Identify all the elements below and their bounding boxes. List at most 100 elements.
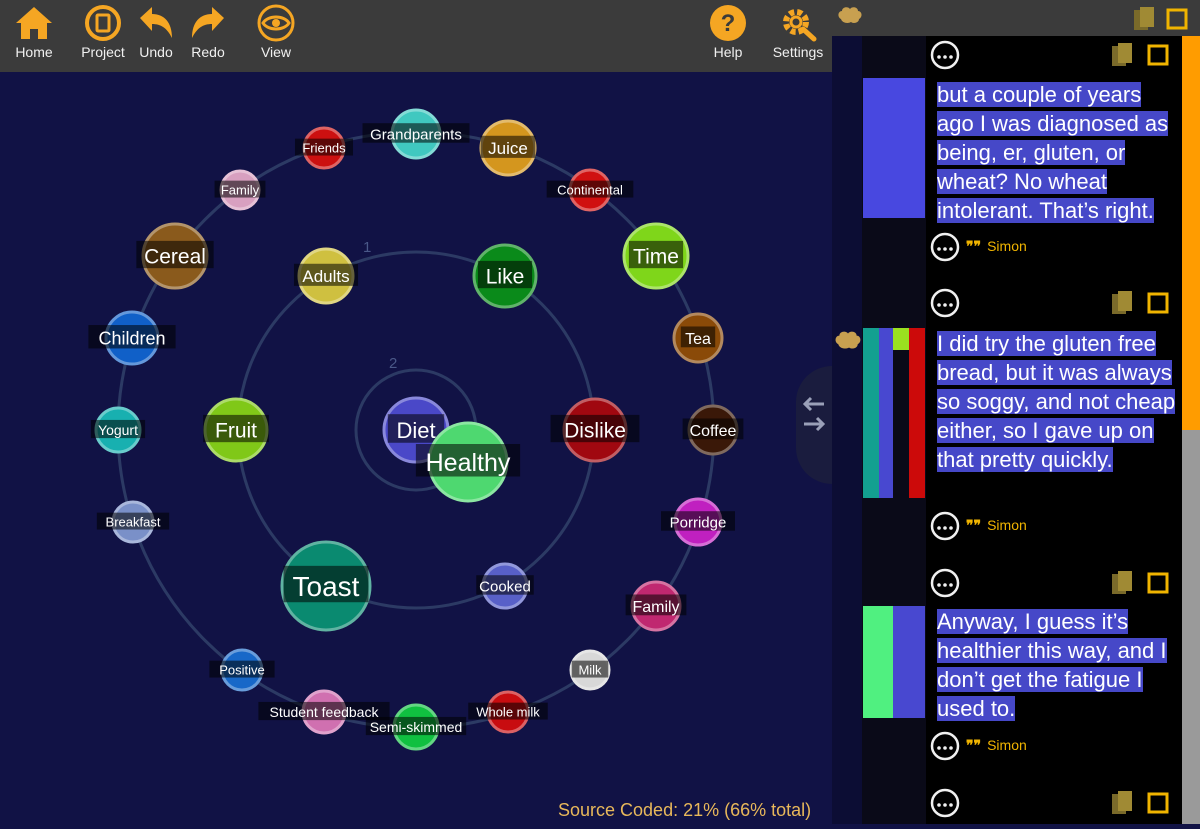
- select-checkbox-icon[interactable]: [1147, 792, 1169, 814]
- brain-icon[interactable]: [837, 5, 863, 27]
- code-node-label: Family: [221, 183, 260, 198]
- comment-icon[interactable]: [930, 568, 960, 598]
- undo-button[interactable]: Undo: [134, 0, 178, 72]
- code-node-label: Like: [486, 266, 525, 289]
- code-node[interactable]: Milk: [569, 649, 611, 691]
- comment-icon[interactable]: [930, 788, 960, 818]
- undo-label: Undo: [139, 44, 173, 60]
- project-icon: [85, 5, 121, 41]
- code-node-label: Whole milk: [476, 705, 540, 720]
- code-node-label: Porridge: [670, 514, 727, 531]
- transcript-panel-header: [832, 0, 1200, 36]
- code-node[interactable]: Coffee: [682, 404, 744, 456]
- select-checkbox-icon[interactable]: [1147, 44, 1169, 66]
- settings-button[interactable]: Settings: [768, 0, 828, 72]
- swap-arrows-icon: [802, 396, 826, 432]
- settings-label: Settings: [772, 44, 824, 60]
- code-node-label: Breakfast: [106, 515, 161, 530]
- code-diagram-canvas[interactable]: 1 2 Grandparents Juice Friends Continental F…: [0, 72, 832, 824]
- passage-attribution: ❞❞ Simon: [966, 238, 1027, 255]
- select-checkbox-icon[interactable]: [1147, 292, 1169, 314]
- code-node[interactable]: Continental: [546, 168, 634, 212]
- passage-text: I did try the gluten free bread, but it …: [937, 331, 1176, 472]
- select-checkbox-icon[interactable]: [1166, 8, 1188, 30]
- transcript-passage[interactable]: but a couple of years ago I was diagnose…: [937, 80, 1177, 225]
- comment-icon[interactable]: [930, 232, 960, 262]
- copy-icon[interactable]: [1132, 6, 1160, 32]
- copy-icon[interactable]: [1110, 290, 1138, 316]
- comment-icon[interactable]: [930, 40, 960, 70]
- speaker-name[interactable]: Simon: [987, 517, 1027, 533]
- redo-icon: [192, 7, 224, 38]
- coding-stripe[interactable]: [863, 606, 893, 718]
- code-node[interactable]: Dislike: [550, 397, 640, 463]
- code-node[interactable]: Whole milk: [468, 690, 548, 734]
- coding-stripe[interactable]: [893, 606, 925, 718]
- select-checkbox-icon[interactable]: [1147, 572, 1169, 594]
- code-node[interactable]: Children: [88, 310, 176, 366]
- copy-icon[interactable]: [1110, 42, 1138, 68]
- code-node-label: Dislike: [564, 420, 626, 443]
- code-node-label: Cooked: [479, 578, 531, 595]
- redo-button[interactable]: Redo: [186, 0, 230, 72]
- coding-stripe[interactable]: [893, 328, 909, 350]
- panel-toggle-handle[interactable]: [796, 366, 832, 484]
- project-label: Project: [81, 44, 125, 60]
- code-node-label: Toast: [293, 571, 360, 602]
- code-node[interactable]: Cereal: [136, 222, 214, 290]
- help-button[interactable]: ? Help: [706, 0, 750, 72]
- code-node[interactable]: Adults: [293, 247, 359, 305]
- code-node-label: Healthy: [426, 449, 511, 477]
- code-node[interactable]: Juice: [479, 119, 537, 177]
- code-node[interactable]: Like: [472, 243, 538, 309]
- copy-icon[interactable]: [1110, 790, 1138, 816]
- settings-gear-icon: [783, 9, 817, 42]
- transcript-passage[interactable]: Anyway, I guess it’s healthier this way,…: [937, 607, 1177, 723]
- code-node-label: Coffee: [690, 423, 737, 440]
- project-button[interactable]: Project: [78, 0, 128, 72]
- code-node[interactable]: Yogurt: [90, 406, 146, 454]
- coding-stripe-gutter: [832, 36, 862, 824]
- code-node[interactable]: Time: [622, 222, 690, 290]
- coding-stripe[interactable]: [863, 78, 925, 218]
- code-node-label: Diet: [396, 418, 435, 443]
- code-node[interactable]: Tea: [672, 312, 724, 364]
- home-button[interactable]: Home: [10, 0, 58, 72]
- code-node[interactable]: Friends: [294, 126, 354, 170]
- view-button[interactable]: View: [254, 0, 298, 72]
- coding-stripe[interactable]: [863, 328, 879, 498]
- code-node-label: Tea: [685, 331, 711, 348]
- code-node[interactable]: Porridge: [661, 497, 735, 547]
- code-node[interactable]: Family: [625, 580, 687, 632]
- copy-icon[interactable]: [1110, 570, 1138, 596]
- comment-icon[interactable]: [930, 731, 960, 761]
- passage-attribution: ❞❞ Simon: [966, 737, 1027, 754]
- code-node-label: Milk: [578, 663, 602, 678]
- coding-stripe[interactable]: [909, 328, 925, 498]
- comment-icon[interactable]: [930, 511, 960, 541]
- svg-text:?: ?: [721, 10, 736, 37]
- code-node[interactable]: Breakfast: [96, 500, 170, 544]
- code-node[interactable]: Fruit: [203, 397, 269, 463]
- redo-label: Redo: [191, 44, 225, 60]
- code-node-label: Grandparents: [370, 126, 462, 143]
- code-node[interactable]: Grandparents: [362, 108, 470, 160]
- transcript-passage[interactable]: I did try the gluten free bread, but it …: [937, 329, 1177, 474]
- speaker-name[interactable]: Simon: [987, 737, 1027, 753]
- code-node[interactable]: Toast: [280, 540, 372, 632]
- coding-stripe[interactable]: [879, 328, 893, 498]
- quote-icon: ❞❞: [966, 238, 982, 254]
- code-node-label: Semi-skimmed: [370, 719, 463, 735]
- code-node-label: Yogurt: [98, 422, 138, 438]
- code-ring-diagram[interactable]: 1 2 Grandparents Juice Friends Continental F…: [0, 72, 832, 824]
- code-node[interactable]: Positive: [209, 648, 275, 692]
- speaker-name[interactable]: Simon: [987, 238, 1027, 254]
- comment-icon[interactable]: [930, 288, 960, 318]
- undo-icon: [140, 7, 172, 38]
- transcript-scrollbar-thumb[interactable]: [1182, 36, 1200, 430]
- brain-annotation-icon[interactable]: [834, 328, 862, 354]
- passage-text: Anyway, I guess it’s healthier this way,…: [937, 609, 1167, 721]
- quote-icon: ❞❞: [966, 517, 982, 533]
- passage-attribution: ❞❞ Simon: [966, 517, 1027, 534]
- home-label: Home: [15, 44, 53, 60]
